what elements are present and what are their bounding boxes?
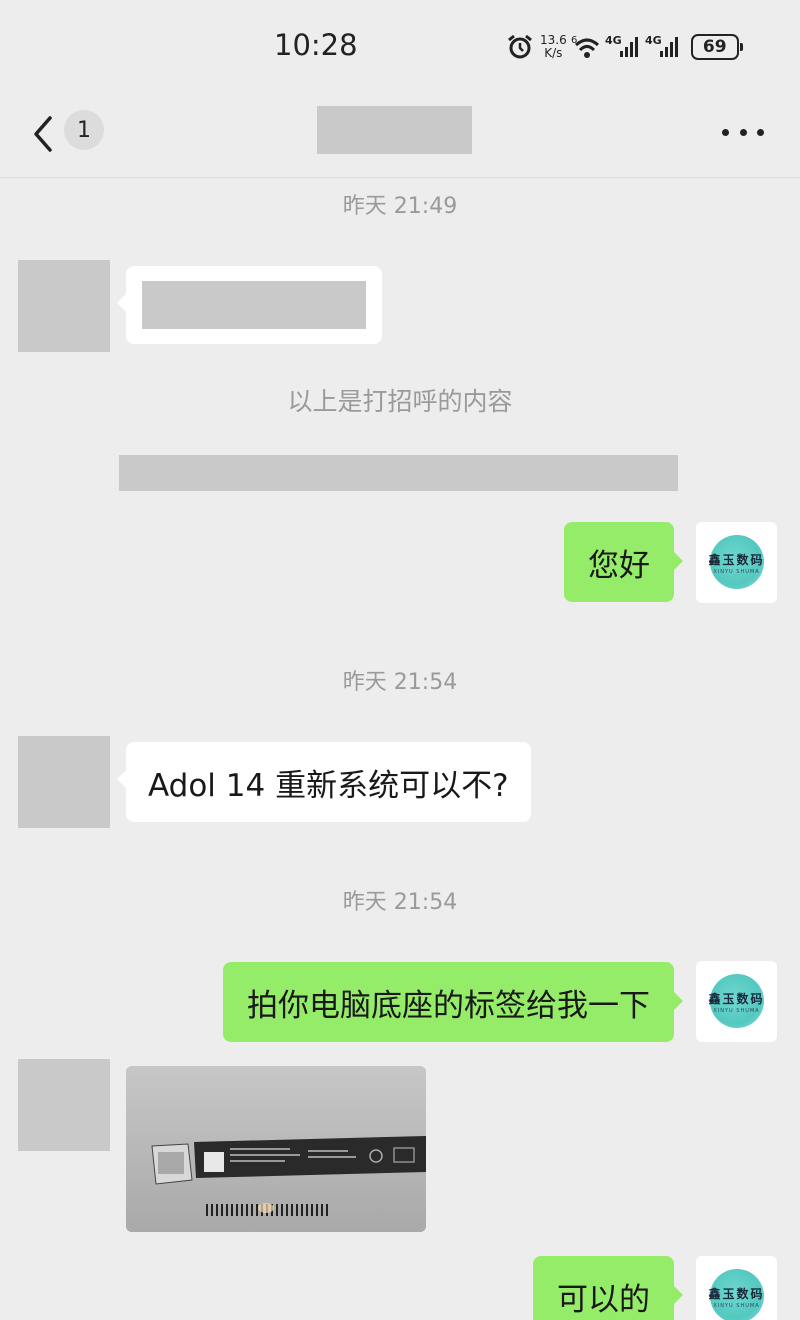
outgoing-message[interactable]: 您好 xyxy=(564,522,683,602)
redacted-system-note xyxy=(119,455,678,491)
incoming-message[interactable] xyxy=(117,266,382,344)
contact-name xyxy=(317,106,472,154)
status-bar: 10:28 13.6 K/s 6 4G 4G 69 xyxy=(0,0,800,92)
battery-icon: 69 xyxy=(690,34,743,60)
redacted-text xyxy=(142,281,366,329)
signal-icon: 4G xyxy=(645,34,678,57)
chat-header: 1 xyxy=(0,92,800,178)
network-speed: 13.6 K/s xyxy=(540,34,567,60)
shop-logo-sub: XINYU SHUMA xyxy=(713,569,760,575)
contact-avatar[interactable] xyxy=(18,736,110,828)
shop-avatar[interactable]: 鑫玉数码 XINYU SHUMA xyxy=(696,961,777,1042)
shop-logo-text: 鑫玉数码 xyxy=(708,992,765,1006)
incoming-message[interactable]: Adol 14 重新系统可以不? xyxy=(117,742,531,822)
outgoing-message[interactable]: 拍你电脑底座的标签给我一下 xyxy=(223,962,683,1042)
shop-logo-text: 鑫玉数码 xyxy=(708,1287,765,1301)
shop-avatar[interactable]: 鑫玉数码 XINYU SHUMA xyxy=(696,1256,777,1320)
shop-logo-text: 鑫玉数码 xyxy=(708,553,765,567)
laptop-bottom-image xyxy=(126,1066,426,1232)
message-timestamp: 昨天 21:54 xyxy=(342,890,458,915)
alarm-icon xyxy=(508,34,532,59)
chevron-left-icon[interactable] xyxy=(28,114,58,154)
signal1-label: 4G xyxy=(605,34,622,47)
signal2-label: 4G xyxy=(645,34,662,47)
signal-icon: 4G xyxy=(605,34,638,57)
shop-avatar[interactable]: 鑫玉数码 XINYU SHUMA xyxy=(696,522,777,603)
contact-avatar[interactable] xyxy=(18,1059,110,1151)
message-timestamp: 昨天 21:54 xyxy=(342,670,458,695)
battery-level: 69 xyxy=(702,37,727,57)
more-dots-icon[interactable] xyxy=(722,126,764,138)
system-note: 以上是打招呼的内容 xyxy=(287,387,513,416)
shop-logo-sub: XINYU SHUMA xyxy=(713,1303,760,1309)
network-speed-unit: K/s xyxy=(544,46,563,60)
message-timestamp: 昨天 21:49 xyxy=(342,194,458,219)
status-icons: 13.6 K/s 6 4G 4G 69 xyxy=(506,30,743,64)
unread-count-badge[interactable]: 1 xyxy=(64,110,104,150)
shop-logo-sub: XINYU SHUMA xyxy=(713,1008,760,1014)
laptop-label-photo[interactable] xyxy=(126,1066,426,1232)
contact-avatar[interactable] xyxy=(18,260,110,352)
outgoing-message[interactable]: 可以的 xyxy=(533,1256,683,1320)
wifi-icon: 6 xyxy=(571,35,599,58)
status-time: 10:28 xyxy=(274,28,358,62)
